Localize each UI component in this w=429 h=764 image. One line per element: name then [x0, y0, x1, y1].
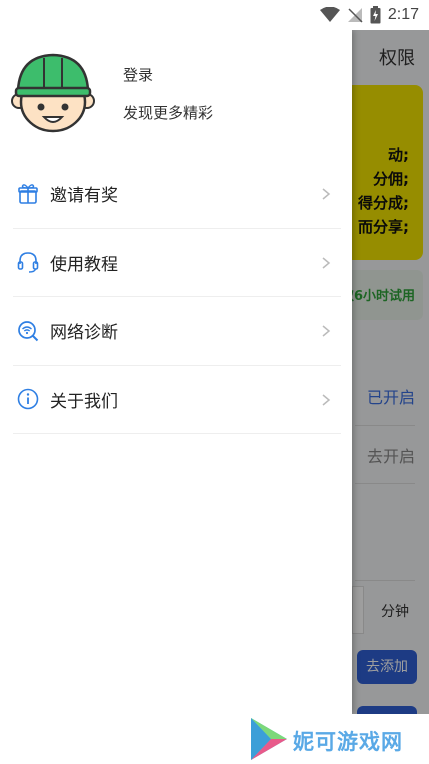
login-label[interactable]: 登录 [123, 64, 153, 85]
profile-header[interactable]: 登录 发现更多精彩 [10, 52, 340, 142]
watermark-text: 妮可游戏网 [293, 730, 403, 754]
chevron-right-icon [322, 325, 331, 337]
menu-item-about-us[interactable]: 关于我们 [13, 366, 341, 434]
wifi-icon [319, 7, 340, 22]
menu-item-label: 网络诊断 [50, 323, 118, 344]
menu-item-network-diagnosis[interactable]: 网络诊断 [13, 297, 341, 366]
profile-subtitle: 发现更多精彩 [123, 104, 214, 122]
drawer-menu: 邀请有奖 使用教程 网络诊断 关于我们 [13, 160, 341, 434]
menu-item-label: 关于我们 [50, 391, 118, 412]
navigation-drawer: 登录 发现更多精彩 邀请有奖 使用教程 网络诊断 关于我们 [0, 30, 352, 714]
play-logo-icon [251, 718, 287, 760]
menu-item-invite-reward[interactable]: 邀请有奖 [13, 160, 341, 229]
status-time: 2:17 [387, 6, 419, 23]
avatar[interactable] [10, 52, 96, 134]
chevron-right-icon [322, 256, 331, 269]
headset-icon [16, 250, 40, 274]
watermark: 妮可游戏网 [249, 714, 429, 764]
menu-item-label: 邀请有奖 [50, 186, 118, 207]
info-icon [16, 387, 40, 411]
menu-item-tutorial[interactable]: 使用教程 [13, 229, 341, 297]
wifi-search-icon [16, 319, 40, 343]
status-bar: 2:17 [0, 0, 429, 30]
menu-item-label: 使用教程 [50, 254, 118, 275]
battery-charging-icon [370, 6, 381, 24]
signal-off-icon [347, 8, 363, 23]
chevron-right-icon [322, 393, 331, 406]
chevron-right-icon [322, 188, 331, 200]
gift-icon [16, 182, 40, 206]
bottom-bar: 妮可游戏网 [0, 714, 429, 764]
